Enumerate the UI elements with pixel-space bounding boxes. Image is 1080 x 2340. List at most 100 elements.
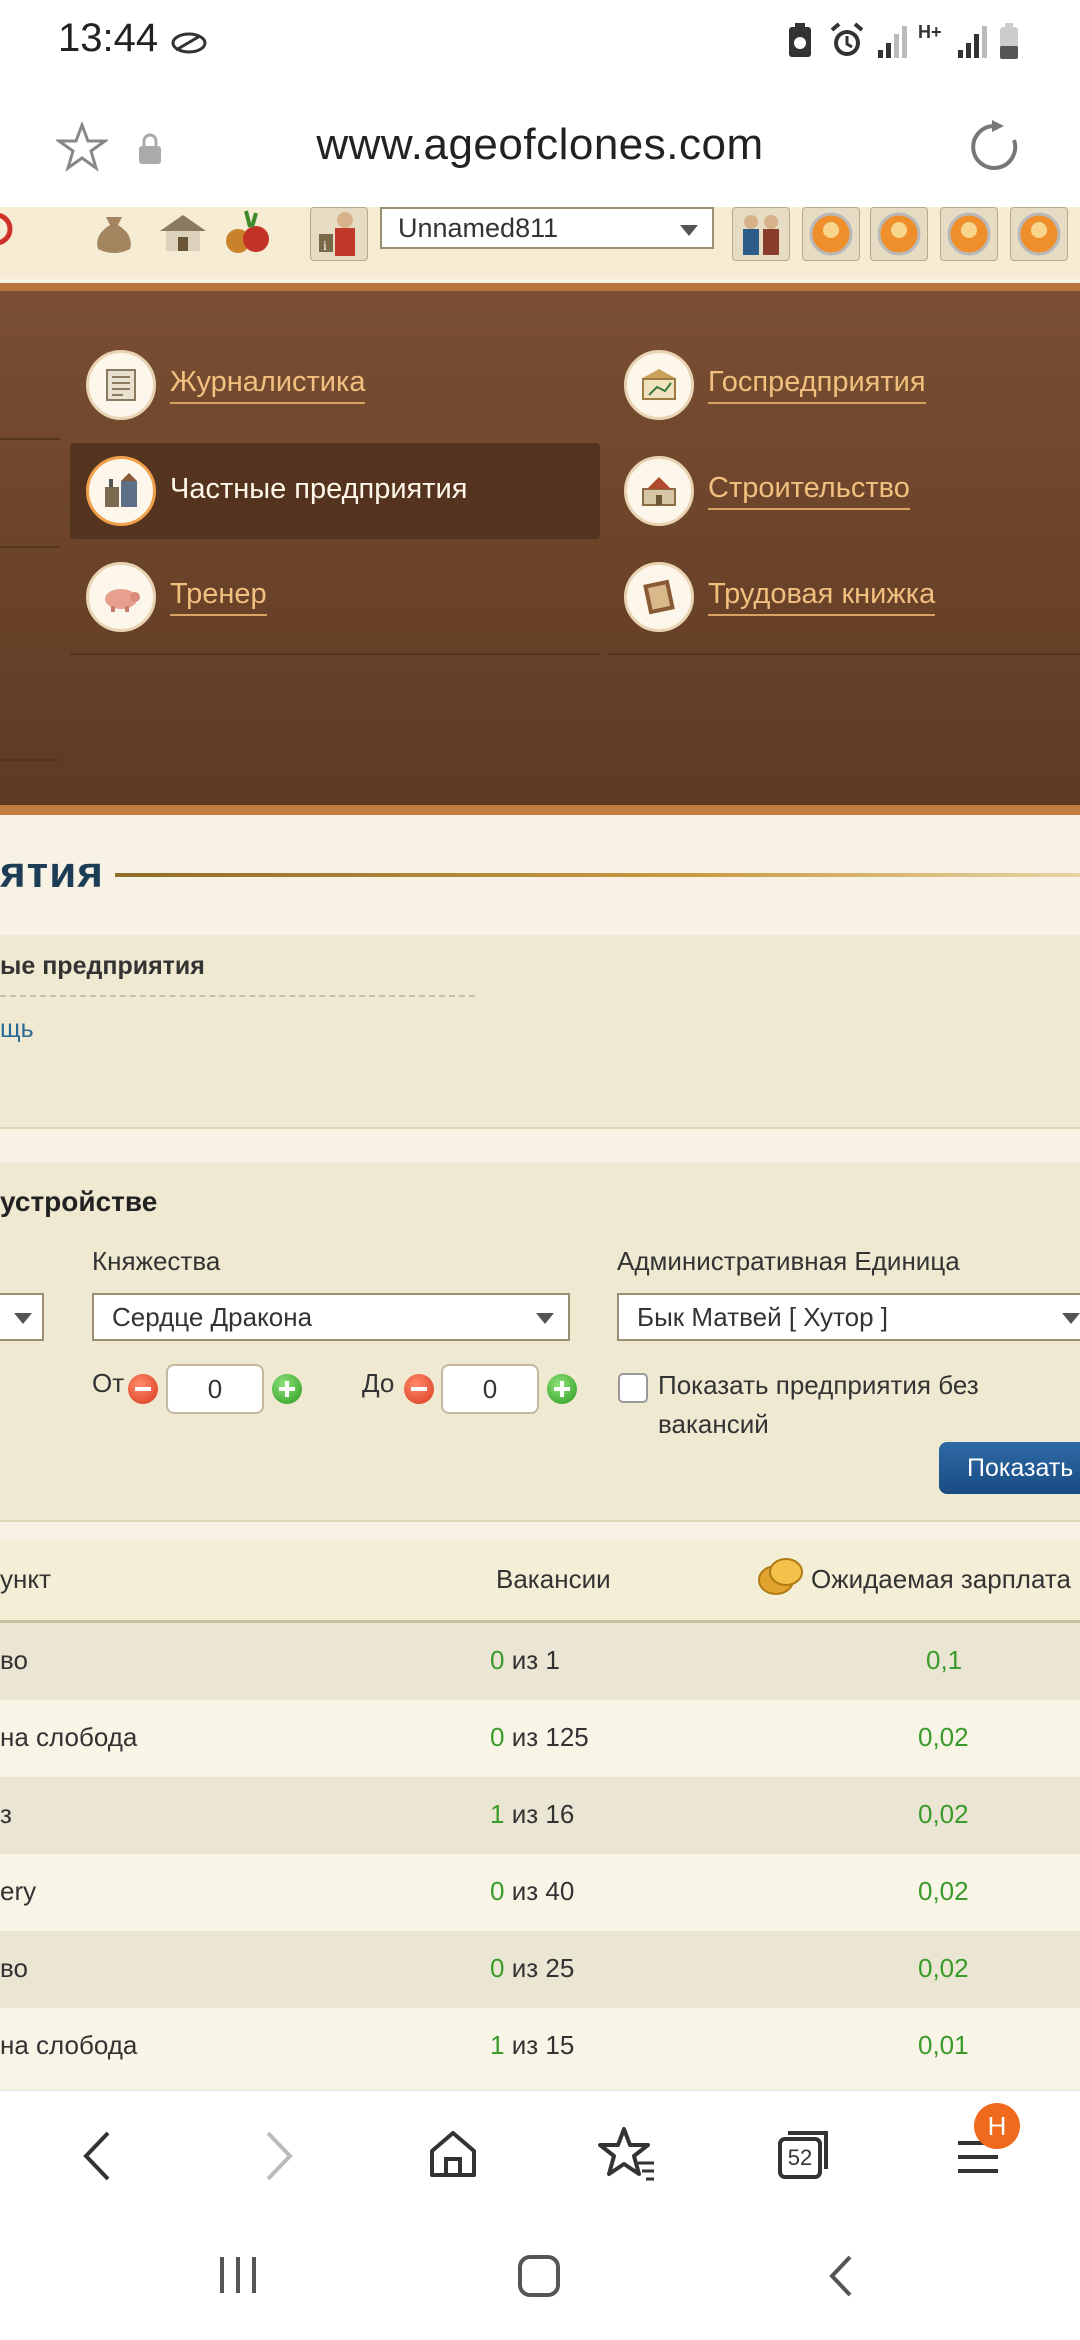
column-header-point[interactable]: ункт [0,1564,51,1595]
show-button[interactable]: Показать [939,1442,1080,1494]
status-time: 13:44 [58,16,159,60]
private-enterprise-icon [86,456,156,526]
to-input[interactable]: 0 [441,1364,539,1414]
menu-item-trainer[interactable]: Тренер [86,549,267,645]
clone-slot-1[interactable] [802,207,860,261]
cell-salary: 0,02 [918,1799,969,1829]
chevron-down-icon [14,1313,32,1324]
cell-point: з [0,1799,12,1829]
cell-vacancies-total: из 40 [504,1876,575,1906]
no-vacancies-label: Показать предприятия без вакансий [658,1370,979,1439]
svg-text:i: i [323,239,327,254]
user-select[interactable]: Unnamed811 [380,207,714,249]
recents-icon[interactable] [216,2253,260,2297]
back-icon[interactable] [78,2129,118,2183]
from-minus-button[interactable] [128,1374,158,1404]
menu-item-workbook[interactable]: Трудовая книжка [624,549,936,645]
from-plus-button[interactable] [272,1374,302,1404]
clone-avatar-icon [877,212,921,256]
table-row[interactable]: на слобода 1 из 15 0,01 [0,2008,1080,2085]
from-input[interactable]: 0 [166,1364,264,1414]
column-header-vacancies[interactable]: Вакансии [496,1564,611,1595]
house-icon[interactable] [158,211,208,255]
principality-label: Княжества [92,1246,221,1276]
cell-vacancies-total: из 15 [504,2030,575,2060]
bookmarks-icon[interactable] [598,2125,656,2183]
url-text[interactable]: www.ageofclones.com [0,120,1080,170]
state-building-icon [624,350,694,420]
menu-divider [0,759,60,761]
browser-bottom-nav: 52 [0,2090,1080,2216]
status-bar: 13:44 H+ [0,0,1080,82]
chevron-down-icon [1062,1313,1080,1324]
alarm-icon [830,22,864,56]
menu-item-private-enterprises[interactable]: Частные предприятия [70,443,600,539]
table-row[interactable]: з 1 из 16 0,02 [0,1777,1080,1854]
cell-vacancies-open: 1 [490,2030,505,2060]
system-back-icon[interactable] [826,2253,856,2299]
construction-icon [624,456,694,526]
clone-slot-3[interactable] [940,207,998,261]
reload-icon[interactable] [968,120,1022,174]
table-row[interactable]: во 0 из 25 0,02 [0,1931,1080,2008]
cell-point: на слобода [0,2030,138,2060]
to-minus-button[interactable] [404,1374,434,1404]
filter-box [0,1163,1080,1522]
admin-unit-select[interactable]: Бык Матвей [ Хутор ] [617,1293,1080,1341]
cell-vacancies-open: 1 [490,1799,505,1829]
menu-item-construction[interactable]: Строительство [624,443,910,539]
workbook-icon [624,562,694,632]
clones-group-button[interactable] [732,207,790,261]
forward-icon[interactable] [258,2129,298,2183]
cell-salary: 0,01 [918,2030,969,2060]
menu-item-label: Строительство [708,472,910,510]
cell-salary: 0,1 [926,1645,963,1675]
clone-slot-4[interactable] [1010,207,1068,261]
cell-vacancies-total: из 16 [504,1799,575,1829]
country-select[interactable] [0,1293,44,1341]
menu-item-journalism[interactable]: Журналистика [86,337,366,433]
menu-divider [608,653,1080,655]
table-row[interactable]: во 0 из 1 0,1 [0,1623,1080,1700]
column-header-salary[interactable]: Ожидаемая зарплата [811,1564,1071,1595]
home-icon[interactable] [426,2127,480,2181]
character-info-button[interactable]: i [310,207,368,261]
admin-unit-select-value: Бык Матвей [ Хутор ] [637,1302,889,1332]
title-divider [115,873,1080,877]
battery-saver-icon [789,23,811,57]
principality-select[interactable]: Сердце Дракона [92,1293,570,1341]
menu-item-label: Трудовая книжка [708,578,936,616]
cell-vacancies-total: из 25 [504,1953,575,1983]
menu-item-label: Журналистика [170,366,366,404]
chevron-down-icon [680,225,698,236]
cell-salary: 0,02 [918,1722,969,1752]
refresh-red-icon[interactable] [0,209,16,249]
signal-icon-2 [958,26,987,58]
table-row[interactable]: ery 0 из 40 0,02 [0,1854,1080,1931]
money-bag-icon[interactable] [92,207,136,257]
to-plus-button[interactable] [547,1374,577,1404]
cell-point: во [0,1645,28,1675]
breadcrumb-help-link[interactable]: щь [0,1015,34,1044]
pig-icon [86,562,156,632]
cell-point: во [0,1953,28,1983]
clone-slot-2[interactable] [870,207,928,261]
cell-salary: 0,02 [918,1953,969,1983]
chevron-down-icon [536,1313,554,1324]
no-vacancies-checkbox[interactable] [618,1373,648,1403]
vegetables-icon[interactable] [222,207,274,257]
menu-badge: H [974,2103,1020,2149]
system-home-icon[interactable] [516,2253,562,2299]
coins-icon [758,1558,803,1595]
menu-item-label: Частные предприятия [170,473,468,505]
menu-item-state-enterprises[interactable]: Госпредприятия [624,337,926,433]
tabs-button[interactable]: 52 [776,2129,830,2181]
cell-point: на слобода [0,1722,138,1752]
battery-icon [1000,23,1018,59]
menu-divider [0,546,60,548]
menu-divider [0,438,60,440]
table-row[interactable]: на слобода 0 из 125 0,02 [0,1700,1080,1777]
breadcrumb-divider [0,995,475,997]
to-label: До [362,1368,395,1398]
network-type-label: H+ [918,22,942,42]
